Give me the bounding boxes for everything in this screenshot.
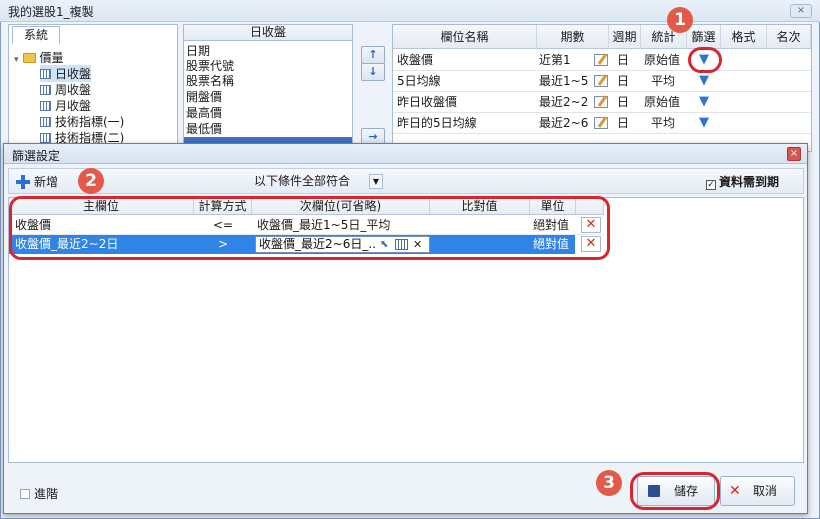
edit-icon[interactable] — [594, 96, 608, 108]
window-title: 我的選股1_複製 — [8, 5, 94, 19]
row-cycle: 日 — [617, 74, 630, 88]
folder-icon — [22, 53, 36, 63]
table-icon — [40, 117, 51, 127]
chevron-down-icon[interactable]: ▼ — [369, 174, 383, 189]
tab-system[interactable]: 系統 — [12, 26, 60, 44]
edit-icon[interactable] — [594, 54, 608, 66]
table-icon — [40, 101, 51, 111]
must-expire-checkbox[interactable]: ✓ 資料需到期 — [706, 174, 779, 190]
col-header-period: 期數 — [537, 25, 609, 49]
tree-item-monthly-close[interactable]: 月收盤 — [40, 97, 91, 114]
edit-icon[interactable] — [594, 75, 608, 87]
dialog-close-button[interactable]: × — [787, 147, 801, 161]
checkbox-checked: ✓ — [706, 180, 716, 190]
row-period: 最近1~5 — [539, 74, 589, 88]
table-row[interactable]: 5日均線 最近1~5 日 平均 ▼ — [393, 71, 811, 92]
funnel-icon[interactable]: ▼ — [699, 115, 709, 130]
col-header-format: 格式 — [721, 25, 767, 49]
dialog-titlebar — [4, 144, 807, 164]
table-icon — [40, 133, 51, 143]
row-name: 昨日的5日均線 — [397, 116, 477, 130]
col-header-rank: 名次 — [767, 25, 811, 49]
row-name: 收盤價 — [397, 53, 434, 67]
add-condition-button[interactable]: 新增 — [14, 172, 58, 192]
table-row[interactable]: 收盤價 近第1 日 原始值 ▼ — [393, 50, 811, 71]
funnel-icon[interactable]: ▼ — [699, 94, 709, 109]
tree-root-volume[interactable]: ▾ 價量 — [14, 49, 64, 66]
row-stat: 平均 — [651, 74, 676, 88]
row-cycle: 日 — [617, 53, 630, 67]
field-item[interactable]: 最高價 — [186, 104, 222, 121]
close-icon: ✕ — [729, 483, 741, 499]
field-item[interactable]: 開盤價 — [186, 88, 222, 105]
chevron-down-icon: ▾ — [14, 55, 19, 65]
background-titlebar — [0, 0, 820, 22]
step-badge-1: 1 — [667, 7, 693, 33]
tree-item-daily-close[interactable]: 日收盤 — [40, 65, 92, 82]
row-stat: 平均 — [651, 116, 676, 130]
row-period: 最近2~2 — [539, 95, 589, 109]
field-item[interactable]: 股票名稱 — [186, 72, 234, 89]
row-stat: 原始值 — [644, 95, 681, 109]
table-icon — [40, 85, 51, 95]
tree-item-weekly-close[interactable]: 周收盤 — [40, 81, 91, 98]
plus-icon — [16, 175, 30, 189]
row-cycle: 日 — [617, 116, 630, 130]
row-cycle: 日 — [617, 95, 630, 109]
table-row[interactable]: 昨日收盤價 最近2~2 日 原始值 ▼ — [393, 92, 811, 113]
checkbox-unchecked — [20, 489, 30, 499]
tree-item-tech-1[interactable]: 技術指標(一) — [40, 113, 124, 130]
step-badge-2: 2 — [78, 168, 104, 194]
callout-filter — [688, 47, 722, 73]
edit-icon[interactable] — [594, 117, 608, 129]
dialog-title: 篩選設定 — [12, 149, 61, 163]
field-item[interactable]: 最低價 — [186, 120, 222, 137]
dialog-toolbar — [8, 168, 804, 194]
condition-mode-select[interactable]: 以下條件全部符合 — [254, 173, 384, 190]
move-down-button[interactable]: ↓ — [361, 63, 385, 81]
callout-conditions — [9, 196, 610, 260]
col-header-name: 欄位名稱 — [393, 25, 537, 49]
table-icon — [40, 69, 51, 79]
row-name: 5日均線 — [397, 74, 441, 88]
row-period: 近第1 — [539, 53, 571, 67]
table-row[interactable]: 昨日的5日均線 最近2~6 日 平均 ▼ — [393, 113, 811, 134]
callout-save — [630, 472, 720, 510]
row-period: 最近2~6 — [539, 116, 589, 130]
advanced-checkbox[interactable]: 進階 — [20, 485, 58, 502]
move-up-button[interactable]: ↑ — [361, 46, 385, 64]
window-close-button[interactable]: × — [790, 4, 812, 18]
row-name: 昨日收盤價 — [397, 95, 458, 109]
col-header-filter: 篩選 — [687, 25, 721, 49]
col-header-cycle: 週期 — [609, 25, 641, 49]
funnel-icon[interactable]: ▼ — [699, 73, 709, 88]
field-list-header: 日收盤 — [183, 24, 353, 41]
step-badge-3: 3 — [596, 470, 622, 496]
cancel-button[interactable]: ✕ 取消 — [720, 476, 795, 506]
row-stat: 原始值 — [644, 53, 681, 67]
